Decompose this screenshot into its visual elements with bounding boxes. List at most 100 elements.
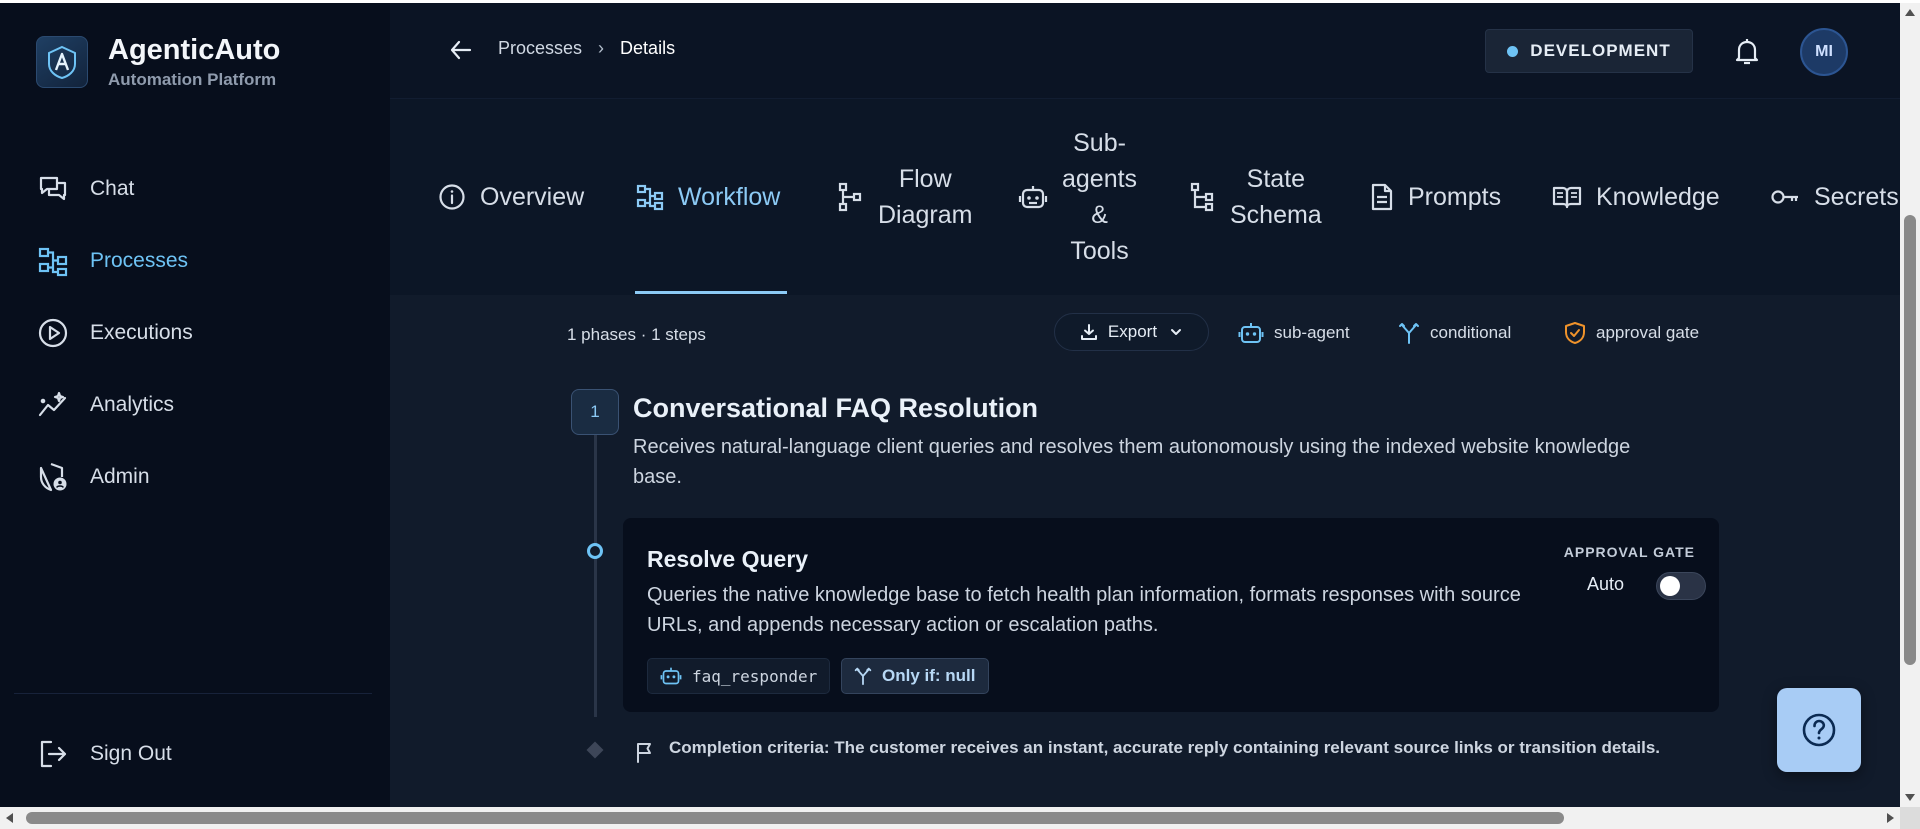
- sidebar-nav: Chat Processes Executions Analytics Admi…: [0, 153, 390, 513]
- step-title: Resolve Query: [647, 546, 809, 572]
- tab-prompts[interactable]: Prompts: [1370, 99, 1501, 295]
- back-button[interactable]: [446, 35, 476, 65]
- sidebar-item-admin[interactable]: Admin: [0, 441, 390, 513]
- legend-approval-label: approval gate: [1596, 323, 1700, 342]
- tab-label: Secrets: [1814, 183, 1899, 211]
- tab-overview[interactable]: Overview: [438, 99, 584, 295]
- tab-label-line: State: [1246, 165, 1306, 193]
- phase-title: Conversational FAQ Resolution: [633, 393, 1039, 423]
- sign-out-button[interactable]: Sign Out: [0, 718, 390, 790]
- tab-label: Workflow: [678, 183, 781, 211]
- book-icon: [1552, 184, 1582, 210]
- workflow-icon: [636, 183, 664, 211]
- scroll-left-arrow[interactable]: [6, 813, 13, 823]
- legend-approval-gate: approval gate: [1564, 321, 1699, 345]
- tab-label-line: Sub-: [1073, 129, 1126, 157]
- legend-conditional-label: conditional: [1430, 323, 1512, 342]
- help-button[interactable]: [1777, 688, 1861, 772]
- sidebar-item-label: Executions: [90, 321, 193, 344]
- tab-label-line: Diagram: [878, 201, 973, 229]
- arrow-left-icon: [450, 40, 472, 60]
- export-button[interactable]: Export: [1054, 313, 1209, 351]
- analytics-icon: [36, 388, 70, 422]
- vertical-scroll-thumb[interactable]: [1904, 215, 1916, 665]
- document-icon: [1370, 183, 1394, 211]
- active-tab-indicator: [635, 291, 787, 294]
- process-tabs: Overview Workflow Flow Diagram Sub- agen…: [390, 99, 1900, 295]
- scroll-right-arrow[interactable]: [1887, 813, 1894, 823]
- environment-label: DEVELOPMENT: [1530, 41, 1671, 60]
- completion-criteria: Completion criteria: The customer receiv…: [635, 735, 1709, 763]
- download-icon: [1080, 324, 1097, 340]
- robot-icon: [1238, 323, 1264, 343]
- horizontal-scrollbar[interactable]: [0, 807, 1900, 829]
- user-avatar[interactable]: MI: [1800, 28, 1848, 76]
- chevron-down-icon: [1171, 329, 1182, 335]
- tab-knowledge[interactable]: Knowledge: [1552, 99, 1720, 295]
- approval-gate-toggle[interactable]: [1656, 572, 1706, 600]
- tab-label: Sub- agents & Tools: [1062, 125, 1137, 269]
- step-card[interactable]: Resolve Query Queries the native knowled…: [623, 518, 1719, 712]
- info-icon: [438, 183, 466, 211]
- sidebar-divider: [14, 693, 372, 694]
- flag-icon: [637, 743, 651, 763]
- brand-name: AgenticAuto: [108, 34, 281, 66]
- tab-subagents-tools[interactable]: Sub- agents & Tools: [1018, 99, 1137, 295]
- sidebar-item-label: Processes: [90, 249, 189, 272]
- legend-subagent-label: sub-agent: [1274, 323, 1350, 342]
- step-marker: [587, 543, 603, 559]
- schema-icon: [1190, 182, 1216, 212]
- chat-icon: [36, 172, 70, 206]
- tab-workflow[interactable]: Workflow: [636, 99, 780, 295]
- notifications-button[interactable]: [1730, 35, 1764, 69]
- top-header: Processes › Details DEVELOPMENT MI: [390, 3, 1900, 99]
- completion-criteria-text: Completion criteria: The customer receiv…: [669, 738, 1661, 757]
- sidebar: AgenticAuto Automation Platform Chat Pro…: [0, 3, 390, 807]
- vertical-scrollbar[interactable]: [1900, 3, 1920, 807]
- legend-conditional: conditional: [1398, 321, 1511, 345]
- tab-flow-diagram[interactable]: Flow Diagram: [838, 99, 972, 295]
- robot-icon: [660, 667, 682, 685]
- breadcrumb: Processes › Details: [498, 38, 675, 59]
- condition-chip-label: Only if: null: [882, 666, 976, 685]
- sidebar-item-analytics[interactable]: Analytics: [0, 369, 390, 441]
- flow-diagram-icon: [838, 182, 864, 212]
- timeline-line: [594, 435, 597, 717]
- toggle-knob: [1660, 576, 1680, 596]
- sidebar-item-processes[interactable]: Processes: [0, 225, 390, 297]
- processes-icon: [36, 244, 70, 278]
- tab-state-schema[interactable]: State Schema: [1190, 99, 1322, 295]
- workflow-content: 1 phases · 1 steps Export sub-agent cond…: [390, 295, 1900, 807]
- export-label: Export: [1107, 322, 1158, 341]
- sidebar-item-label: Chat: [90, 177, 135, 200]
- shield-user-icon: [36, 460, 70, 494]
- sidebar-item-chat[interactable]: Chat: [0, 153, 390, 225]
- horizontal-scroll-thumb[interactable]: [26, 812, 1564, 824]
- sidebar-item-executions[interactable]: Executions: [0, 297, 390, 369]
- breadcrumb-current: Details: [620, 38, 676, 58]
- brand[interactable]: AgenticAuto Automation Platform: [36, 33, 280, 91]
- tab-label: Overview: [480, 183, 585, 211]
- brand-logo-icon: [36, 36, 88, 88]
- environment-badge[interactable]: DEVELOPMENT: [1485, 29, 1693, 73]
- subagent-chip[interactable]: faq_responder: [647, 658, 831, 694]
- tab-label: Knowledge: [1596, 183, 1720, 211]
- tab-secrets[interactable]: Secrets: [1770, 99, 1899, 295]
- step-description: Queries the native knowledge base to fet…: [647, 584, 1521, 636]
- scroll-up-arrow[interactable]: [1905, 9, 1915, 16]
- sidebar-item-label: Analytics: [90, 393, 175, 416]
- scroll-down-arrow[interactable]: [1905, 794, 1915, 801]
- play-circle-icon: [36, 316, 70, 350]
- shield-check-icon: [1565, 322, 1585, 344]
- legend-subagent: sub-agent: [1238, 321, 1350, 345]
- brand-subtitle: Automation Platform: [108, 70, 277, 89]
- branch-icon: [854, 667, 872, 686]
- key-icon: [1770, 187, 1800, 207]
- condition-chip[interactable]: Only if: null: [841, 658, 989, 694]
- sign-out-icon: [36, 737, 70, 771]
- breadcrumb-separator: ›: [598, 38, 605, 58]
- tab-label: Prompts: [1408, 183, 1502, 211]
- phase-description: Receives natural-language client queries…: [633, 436, 1631, 488]
- breadcrumb-processes[interactable]: Processes: [498, 38, 582, 59]
- tab-label-line: Tools: [1070, 237, 1129, 265]
